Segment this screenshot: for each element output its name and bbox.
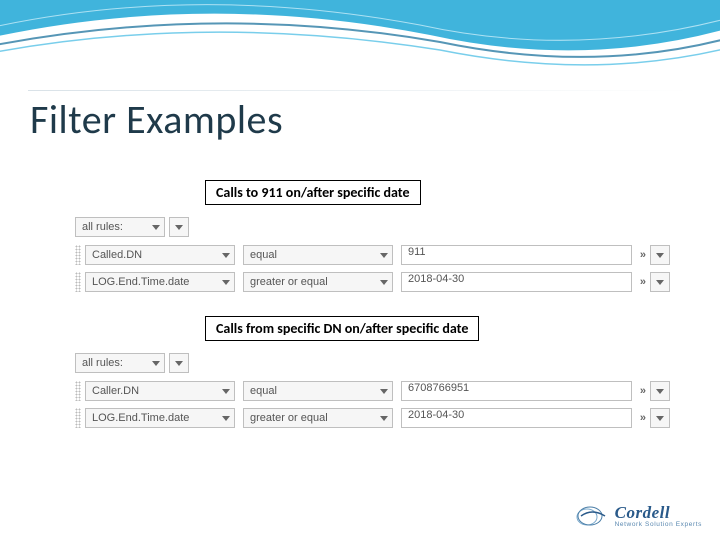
chevron-right-icon: » [640,276,646,288]
decorative-swoosh [0,0,720,90]
field-select[interactable]: LOG.End.Time.date [85,272,235,292]
brand-name: Cordell [615,504,702,521]
caption-box-2: Calls from specific DN on/after specific… [205,316,479,341]
rule-menu-button[interactable] [650,245,670,265]
chevron-down-icon [222,389,230,394]
operator-select[interactable]: equal [243,245,393,265]
value-input[interactable]: 2018-04-30 [401,272,632,292]
chevron-down-icon [152,361,160,366]
filter-group-b: all rules: Caller.DN equal [75,351,670,430]
rule-menu-button[interactable] [650,408,670,428]
filter-rule-row: Caller.DN equal 6708766951 » [75,379,670,403]
decorative-rule [28,90,692,91]
brand-mark-icon [575,504,609,528]
operator-select[interactable]: equal [243,381,393,401]
operator-select[interactable]: greater or equal [243,408,393,428]
chevron-down-icon [656,253,664,258]
chevron-down-icon [222,280,230,285]
filter-group-b-header: all rules: [75,351,670,375]
rule-menu-button[interactable] [650,381,670,401]
add-group-button[interactable] [169,217,189,237]
chevron-down-icon [380,389,388,394]
field-select[interactable]: LOG.End.Time.date [85,408,235,428]
rules-mode-select[interactable]: all rules: [75,353,165,373]
operator-select[interactable]: greater or equal [243,272,393,292]
chevron-right-icon: » [640,385,646,397]
rules-mode-label: all rules: [82,357,123,369]
field-select[interactable]: Caller.DN [85,381,235,401]
operator-label: greater or equal [250,276,328,288]
filter-rule-row: Called.DN equal 911 » [75,243,670,267]
drag-handle-icon[interactable] [75,245,81,265]
operator-label: equal [250,249,277,261]
value-input[interactable]: 2018-04-30 [401,408,632,428]
chevron-down-icon [222,253,230,258]
rule-menu-button[interactable] [650,272,670,292]
chevron-right-icon: » [640,412,646,424]
content-area: Calls to 911 on/after specific date all … [30,180,690,433]
filter-group-a: all rules: Called.DN equal 911 » [75,215,670,294]
brand-logo: Cordell Network Solution Experts [575,504,702,529]
drag-handle-icon[interactable] [75,381,81,401]
chevron-down-icon [380,416,388,421]
rules-mode-select[interactable]: all rules: [75,217,165,237]
operator-label: greater or equal [250,412,328,424]
operator-label: equal [250,385,277,397]
chevron-down-icon [380,280,388,285]
chevron-down-icon [656,416,664,421]
drag-handle-icon[interactable] [75,272,81,292]
field-label: Called.DN [92,249,142,261]
brand-tagline: Network Solution Experts [615,522,702,529]
value-input[interactable]: 6708766951 [401,381,632,401]
chevron-down-icon [380,253,388,258]
filter-group-a-header: all rules: [75,215,670,239]
rules-mode-label: all rules: [82,221,123,233]
field-select[interactable]: Called.DN [85,245,235,265]
chevron-down-icon [175,361,183,366]
value-input[interactable]: 911 [401,245,632,265]
page-title: Filter Examples [30,95,283,144]
caption-box-1: Calls to 911 on/after specific date [205,180,421,205]
chevron-down-icon [656,389,664,394]
chevron-down-icon [222,416,230,421]
field-label: Caller.DN [92,385,139,397]
field-label: LOG.End.Time.date [92,412,189,424]
field-label: LOG.End.Time.date [92,276,189,288]
filter-rule-row: LOG.End.Time.date greater or equal 2018-… [75,406,670,430]
chevron-right-icon: » [640,249,646,261]
add-group-button[interactable] [169,353,189,373]
drag-handle-icon[interactable] [75,408,81,428]
chevron-down-icon [656,280,664,285]
chevron-down-icon [152,225,160,230]
chevron-down-icon [175,225,183,230]
filter-rule-row: LOG.End.Time.date greater or equal 2018-… [75,270,670,294]
